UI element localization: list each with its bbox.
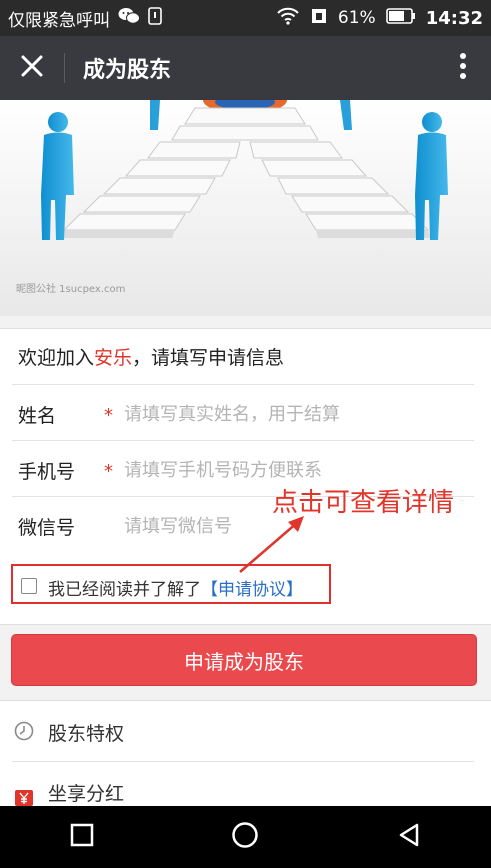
recents-square-icon	[70, 823, 94, 851]
agreement-highlight: 我已经阅读并了解了【申请协议】	[11, 564, 331, 604]
banner-watermark: 昵图公社 1sucpex.com	[16, 284, 126, 295]
welcome-suffix: ，请填写申请信息	[132, 347, 285, 369]
back-triangle-icon	[397, 822, 421, 852]
perk-label: 股东特权	[48, 723, 125, 745]
agreement-text: 我已经阅读并了解了【申请协议】	[48, 575, 303, 600]
brand-name: 安乐	[94, 347, 133, 369]
banner-image: 昵图公社 1sucpex.com	[0, 100, 491, 316]
status-bar: 仅限紧急呼叫 61% 14:32	[0, 0, 491, 36]
more-button[interactable]	[435, 36, 491, 100]
required-mark: *	[104, 461, 113, 482]
sim-icon	[310, 7, 328, 30]
notification-icon	[148, 6, 162, 30]
clock-circle-icon	[14, 721, 34, 745]
home-circle-icon	[231, 821, 259, 853]
wechat-icon	[118, 7, 140, 30]
more-vert-icon	[459, 52, 467, 84]
close-button[interactable]	[0, 36, 64, 100]
required-mark: *	[104, 405, 113, 426]
agreement-label: 我已经阅读并了解了	[48, 580, 201, 600]
page-title: 成为股东	[83, 58, 172, 83]
app-bar: 成为股东	[0, 36, 491, 100]
wechat-label: 微信号	[18, 517, 76, 539]
battery-icon	[385, 7, 416, 29]
perk-label: 坐享分红	[48, 783, 125, 805]
close-icon	[20, 54, 44, 82]
wifi-icon	[276, 7, 300, 30]
back-button[interactable]	[379, 807, 439, 867]
name-label: 姓名	[18, 405, 57, 427]
system-nav-bar	[0, 806, 491, 868]
agreement-checkbox[interactable]	[21, 578, 37, 594]
perks-list: 股东特权 坐享分红	[0, 700, 491, 807]
apply-shareholder-button[interactable]: 申请成为股东	[11, 634, 477, 686]
carrier-text: 仅限紧急呼叫	[8, 10, 110, 31]
home-button[interactable]	[215, 807, 275, 867]
agreement-link[interactable]: 【申请协议】	[201, 580, 303, 600]
name-row: 姓名 *	[0, 385, 474, 441]
perk-shareholder-privilege[interactable]: 股东特权	[0, 703, 491, 759]
phone-label: 手机号	[18, 461, 76, 483]
divider	[12, 761, 474, 762]
recents-button[interactable]	[52, 807, 112, 867]
battery-percent: 61%	[337, 8, 376, 28]
welcome-text: 欢迎加入安乐，请填写申请信息	[18, 343, 284, 370]
appbar-divider	[64, 53, 65, 83]
welcome-prefix: 欢迎加入	[18, 347, 95, 369]
clock-time: 14:32	[425, 7, 483, 29]
phone-input[interactable]	[122, 455, 466, 485]
name-input[interactable]	[122, 399, 466, 429]
